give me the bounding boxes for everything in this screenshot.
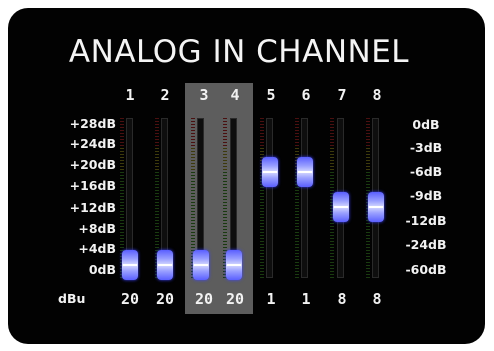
left-scale-label: +16dB [69,178,116,193]
fader-knob[interactable] [262,156,278,187]
channel-gain[interactable]: 8 [323,290,361,308]
left-scale-label: +28dB [69,116,116,131]
level-meter [260,118,264,278]
fader-knob[interactable] [193,250,209,281]
fader-track[interactable] [266,118,273,278]
fader-track[interactable] [301,118,308,278]
fader-knob[interactable] [226,250,242,281]
fader-knob[interactable] [333,192,349,223]
left-scale-label: 0dB [88,262,116,277]
channel-gain[interactable]: 20 [111,290,149,308]
channel-number[interactable]: 5 [252,86,290,104]
channel-gain[interactable]: 20 [146,290,184,308]
left-scale-label: +4dB [78,241,116,256]
channel-number[interactable]: 8 [358,86,396,104]
channel-gain[interactable]: 1 [252,290,290,308]
level-meter [295,118,299,278]
channel-gain[interactable]: 20 [216,290,254,308]
channel-gain[interactable]: 8 [358,290,396,308]
page-title: ANALOG IN CHANNEL [68,34,410,70]
right-scale-label: -3dB [409,140,443,155]
fader-knob[interactable] [297,156,313,187]
left-scale-label: +20dB [69,157,116,172]
right-scale-label: -6dB [409,164,443,179]
left-scale-label: +8dB [78,221,116,236]
channel-number[interactable]: 7 [323,86,361,104]
left-scale-label: +24dB [69,136,116,151]
right-scale-label: -9dB [409,188,443,203]
fader-knob[interactable] [122,250,138,281]
channel-number[interactable]: 6 [287,86,325,104]
channel-number[interactable]: 2 [146,86,184,104]
left-scale-label: +12dB [69,200,116,215]
right-scale-label: -24dB [405,237,447,252]
gain-unit-label: dBu [58,291,86,306]
channel-number[interactable]: 4 [216,86,254,104]
right-scale-label: -60dB [405,262,447,277]
channel-number[interactable]: 1 [111,86,149,104]
right-scale-label: -12dB [405,213,447,228]
right-scale-label: 0dB [412,117,440,132]
channel-gain[interactable]: 1 [287,290,325,308]
fader-knob[interactable] [368,192,384,223]
fader-knob[interactable] [157,250,173,281]
